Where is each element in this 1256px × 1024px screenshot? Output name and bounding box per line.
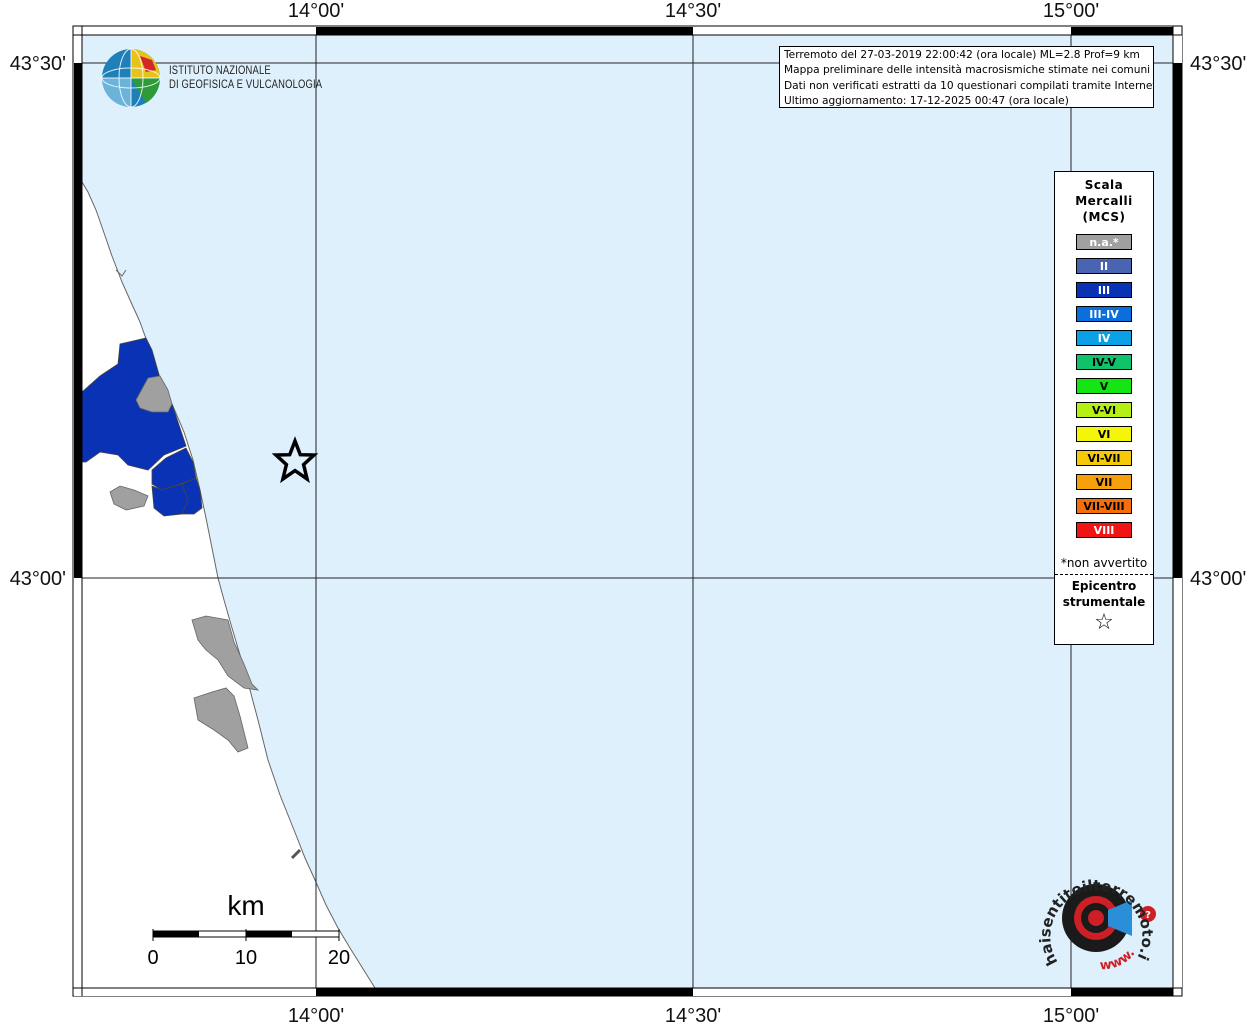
- intensity-legend: Scala Mercalli (MCS) n.a.* II III III-IV IV I…: [1054, 171, 1154, 645]
- lon-label-top-2: 14°30': [665, 0, 721, 22]
- legend-separator: [1055, 574, 1153, 575]
- lat-label-left-2: 43°00': [10, 568, 66, 590]
- legend-epicenter-label: Epicentro strumentale: [1055, 578, 1153, 610]
- institution-name: ISTITUTO NAZIONALE DI GEOFISICA E VULCAN…: [169, 64, 322, 92]
- legend-item: n.a.*: [1076, 234, 1132, 250]
- earthquake-info-box: Terremoto del 27-03-2019 22:00:42 (ora l…: [779, 46, 1154, 108]
- lat-label-right-1: 43°30': [1190, 53, 1246, 75]
- legend-item: IV: [1076, 330, 1132, 346]
- legend-items: n.a.* II III III-IV IV IV-V V V-VI VI VI-VII VII VI…: [1055, 234, 1153, 538]
- lon-label-bottom-3: 15°00': [1043, 1005, 1099, 1024]
- legend-item: VI-VII: [1076, 450, 1132, 466]
- legend-item: VII-VIII: [1076, 498, 1132, 514]
- scale-bar-title: km: [227, 890, 264, 921]
- municipality-iii-3: [151, 483, 189, 517]
- legend-star-icon: ☆: [1094, 610, 1114, 635]
- lon-label-bottom-2: 14°30': [665, 1005, 721, 1024]
- info-line-2: Mappa preliminare delle intensità macros…: [784, 64, 1151, 77]
- scale-bar-label-20: 20: [328, 947, 350, 969]
- info-line-1: Terremoto del 27-03-2019 22:00:42 (ora l…: [784, 49, 1140, 61]
- scale-bar-label-0: 0: [147, 947, 158, 969]
- legend-item: VIII: [1076, 522, 1132, 538]
- ingv-globe-icon: [101, 48, 161, 108]
- info-line-3: Dati non verificati estratti da 10 quest…: [784, 79, 1154, 92]
- lat-label-right-2: 43°00': [1190, 568, 1246, 590]
- lon-label-top-3: 15°00': [1043, 0, 1099, 22]
- legend-item: VII: [1076, 474, 1132, 490]
- legend-item: VI: [1076, 426, 1132, 442]
- lon-label-bottom-1: 14°00': [288, 1005, 344, 1024]
- legend-item: IV-V: [1076, 354, 1132, 370]
- legend-title-line-1: Scala: [1084, 178, 1124, 192]
- legend-item: V: [1076, 378, 1132, 394]
- legend-epicenter-line-1: Epicentro: [1071, 579, 1137, 593]
- legend-title-line-3: (MCS): [1082, 210, 1126, 224]
- legend-item: III: [1076, 282, 1132, 298]
- lat-label-left-1: 43°30': [10, 53, 66, 75]
- legend-note: *non avvertito: [1060, 556, 1148, 570]
- institution-line-1: ISTITUTO NAZIONALE: [169, 65, 271, 77]
- institution-line-2: DI GEOFISICA E VULCANOLOGIA: [169, 79, 323, 91]
- legend-title-line-2: Mercalli: [1075, 194, 1133, 208]
- legend-title: Scala Mercalli (MCS): [1055, 177, 1153, 225]
- info-line-4: Ultimo aggiornamento: 17-12-2025 00:47 (…: [784, 95, 1069, 108]
- lon-label-top-1: 14°00': [288, 0, 344, 22]
- legend-item: V-VI: [1076, 402, 1132, 418]
- legend-item: III-IV: [1076, 306, 1132, 322]
- legend-epicenter-line-2: strumentale: [1062, 595, 1146, 609]
- scale-bar-label-10: 10: [235, 947, 257, 969]
- legend-item: II: [1076, 258, 1132, 274]
